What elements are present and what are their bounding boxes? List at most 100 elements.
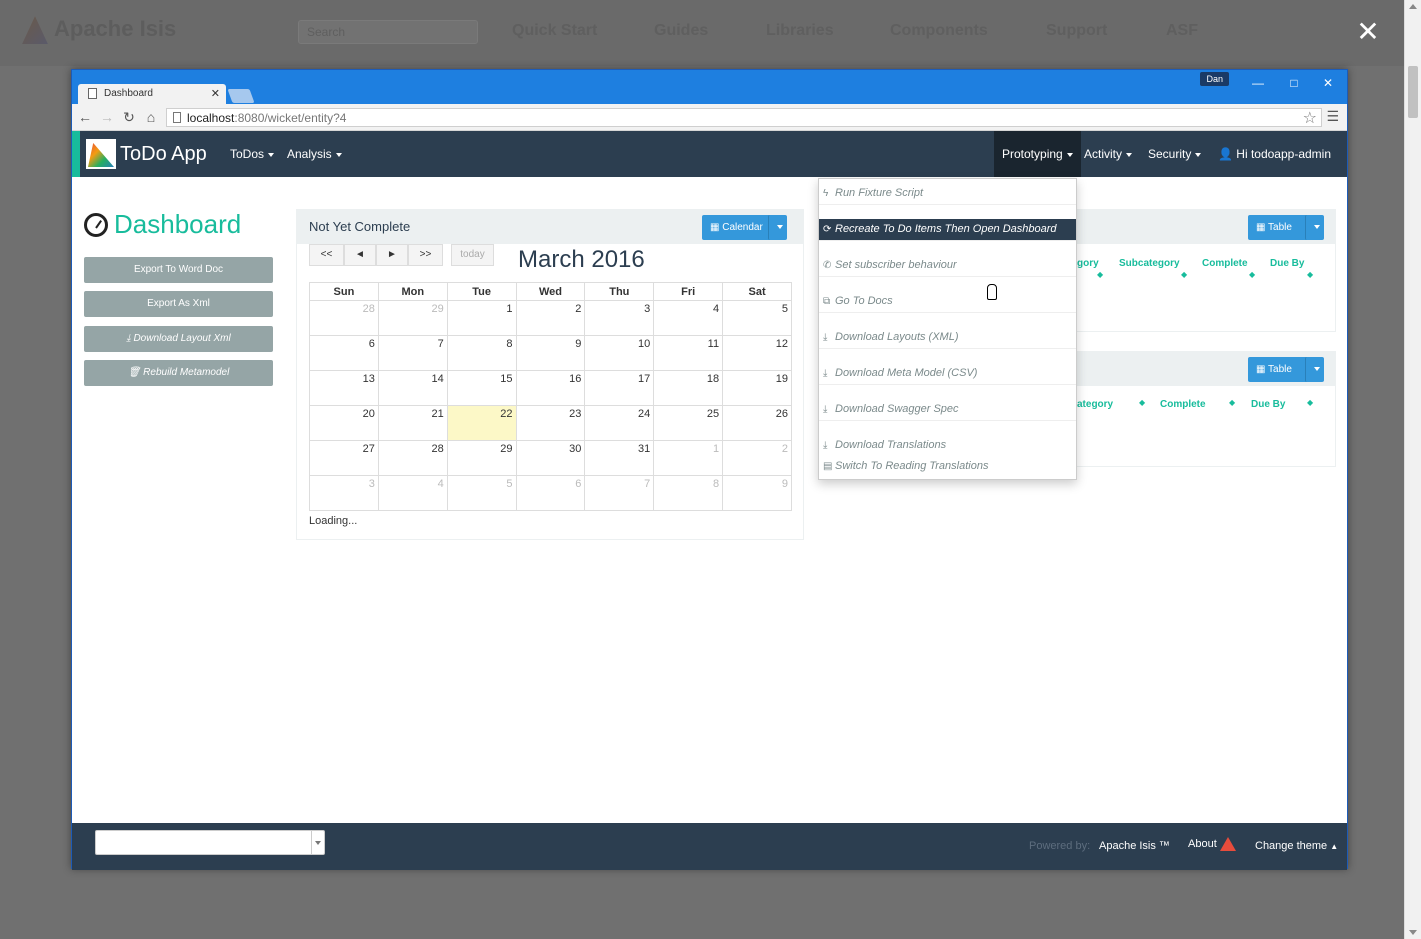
about-link[interactable]: About (1188, 837, 1236, 851)
calendar-day[interactable]: 5 (722, 300, 792, 336)
calendar-day[interactable]: 25 (653, 405, 724, 441)
calendar-day[interactable]: 9 (722, 475, 792, 511)
calendar-day[interactable]: 1 (446, 300, 517, 336)
export-word-doc-button[interactable]: Export To Word Doc (84, 257, 273, 283)
nav-menu-user[interactable]: 👤 Hi todoapp-admin (1210, 131, 1347, 203)
browser-tab[interactable]: Dashboard ✕ (78, 84, 226, 104)
prev-year-button[interactable]: << (309, 244, 344, 266)
column-header[interactable]: gory (1077, 258, 1099, 269)
nav-menu-analysis[interactable]: Analysis (279, 131, 350, 177)
calendar-day[interactable]: 6 (309, 335, 379, 371)
table-view-button[interactable]: ▦ Table (1248, 215, 1308, 240)
calendar-day[interactable]: 10 (584, 335, 655, 371)
calendar-day[interactable]: 29 (446, 440, 517, 476)
tab-close-icon[interactable]: ✕ (211, 87, 220, 100)
calendar-day[interactable]: 28 (377, 440, 448, 476)
calendar-day[interactable]: 26 (722, 405, 792, 441)
bookmark-star-icon[interactable]: ☆ (1303, 108, 1317, 128)
calendar-day[interactable]: 27 (309, 440, 379, 476)
calendar-day[interactable]: 15 (446, 370, 517, 406)
menu-item-download-translations[interactable]: ⤓ Download Translations (819, 435, 1076, 457)
sort-icon[interactable]: ◆ (1249, 270, 1255, 279)
menu-item-switch-to-reading-translations[interactable]: ▤ Switch To Reading Translations (819, 456, 1076, 478)
minimize-icon[interactable]: — (1243, 74, 1273, 92)
calendar-day[interactable]: 6 (515, 475, 586, 511)
scroll-down-icon[interactable] (1409, 930, 1417, 935)
calendar-day[interactable]: 3 (309, 475, 379, 511)
calendar-day[interactable]: 3 (584, 300, 655, 336)
calendar-day[interactable]: 16 (515, 370, 586, 406)
rebuild-metamodel-button[interactable]: 🗑 Rebuild Metamodel (84, 360, 273, 386)
calendar-day[interactable]: 17 (584, 370, 655, 406)
sort-icon[interactable]: ◆ (1307, 270, 1313, 279)
view-toggle-button[interactable] (1305, 357, 1324, 382)
calendar-view-button[interactable]: ▦ Calendar (702, 215, 774, 240)
sort-icon[interactable]: ◆ (1181, 270, 1187, 279)
view-toggle-button[interactable] (768, 215, 787, 240)
calendar-day[interactable]: 7 (377, 335, 448, 371)
menu-item-download-layouts[interactable]: ⤓ Download Layouts (XML) (819, 327, 1076, 349)
today-button[interactable]: today (451, 244, 494, 266)
sort-icon[interactable]: ◆ (1139, 398, 1145, 407)
download-layout-xml-button[interactable]: ⤓ Download Layout Xml (84, 326, 273, 352)
sort-icon[interactable]: ◆ (1229, 398, 1235, 407)
calendar-day[interactable]: 7 (584, 475, 655, 511)
calendar-day[interactable]: 13 (309, 370, 379, 406)
table-view-button[interactable]: ▦ Table (1248, 357, 1308, 382)
close-lightbox-icon[interactable]: ✕ (1354, 18, 1382, 46)
column-header[interactable]: Due By (1270, 258, 1304, 269)
calendar-day[interactable]: 8 (446, 335, 517, 371)
app-brand[interactable]: ToDo App (86, 139, 207, 169)
change-theme-menu[interactable]: Change theme ▲ (1255, 840, 1338, 852)
home-icon[interactable]: ⌂ (142, 108, 160, 126)
column-header[interactable]: Due By (1251, 399, 1285, 410)
calendar-day[interactable]: 30 (515, 440, 586, 476)
apache-isis-link[interactable]: Apache Isis ™ (1099, 840, 1170, 852)
scroll-thumb[interactable] (1408, 66, 1418, 118)
browser-user-badge[interactable]: Dan (1200, 72, 1229, 86)
menu-item-set-subscriber-behaviour[interactable]: ✆ Set subscriber behaviour (819, 255, 1076, 277)
browser-menu-icon[interactable]: ☰ (1326, 108, 1339, 125)
menu-item-download-meta-model[interactable]: ⤓ Download Meta Model (CSV) (819, 363, 1076, 385)
page-scrollbar[interactable] (1404, 0, 1421, 939)
calendar-day[interactable]: 24 (584, 405, 655, 441)
calendar-day[interactable]: 2 (515, 300, 586, 336)
calendar-day[interactable]: 21 (377, 405, 448, 441)
prev-month-button[interactable]: ◄ (344, 244, 376, 266)
nav-menu-prototyping[interactable]: Prototyping (994, 131, 1081, 177)
address-bar[interactable]: localhost:8080/wicket/entity?4 (166, 108, 1322, 127)
window-close-icon[interactable]: ✕ (1313, 74, 1343, 92)
calendar-day[interactable]: 18 (653, 370, 724, 406)
calendar-day[interactable]: 28 (309, 300, 379, 336)
nav-menu-security[interactable]: Security (1140, 131, 1209, 177)
reload-icon[interactable]: ↻ (120, 108, 138, 126)
calendar-day[interactable]: 12 (722, 335, 792, 371)
scroll-up-icon[interactable] (1409, 4, 1417, 9)
next-year-button[interactable]: >> (408, 244, 443, 266)
view-toggle-button[interactable] (1305, 215, 1324, 240)
calendar-day[interactable]: 4 (653, 300, 724, 336)
menu-item-go-to-docs[interactable]: ⧉ Go To Docs (819, 291, 1076, 313)
menu-item-download-swagger-spec[interactable]: ⤓ Download Swagger Spec (819, 399, 1076, 421)
calendar-day[interactable]: 22 (446, 405, 517, 441)
calendar-day[interactable]: 31 (584, 440, 655, 476)
calendar-day[interactable]: 14 (377, 370, 448, 406)
calendar-day[interactable]: 8 (653, 475, 724, 511)
nav-menu-todos[interactable]: ToDos (222, 131, 282, 177)
column-header[interactable]: Complete (1160, 399, 1206, 410)
column-header[interactable]: Complete (1202, 258, 1248, 269)
select-arrow-icon[interactable] (311, 831, 324, 854)
calendar-day[interactable]: 2 (722, 440, 792, 476)
calendar-day[interactable]: 29 (377, 300, 448, 336)
sort-icon[interactable]: ◆ (1307, 398, 1313, 407)
calendar-day[interactable]: 1 (653, 440, 724, 476)
new-tab-button[interactable] (227, 89, 255, 103)
calendar-day[interactable]: 23 (515, 405, 586, 441)
calendar-day[interactable]: 5 (446, 475, 517, 511)
column-header[interactable]: ategory (1077, 399, 1113, 410)
bookmarks-select[interactable] (95, 830, 325, 855)
menu-item-recreate-todo-items[interactable]: ⟳ Recreate To Do Items Then Open Dashboar… (819, 219, 1076, 241)
export-xml-button[interactable]: Export As Xml (84, 291, 273, 317)
column-header[interactable]: Subcategory (1119, 258, 1180, 269)
calendar-day[interactable]: 4 (377, 475, 448, 511)
